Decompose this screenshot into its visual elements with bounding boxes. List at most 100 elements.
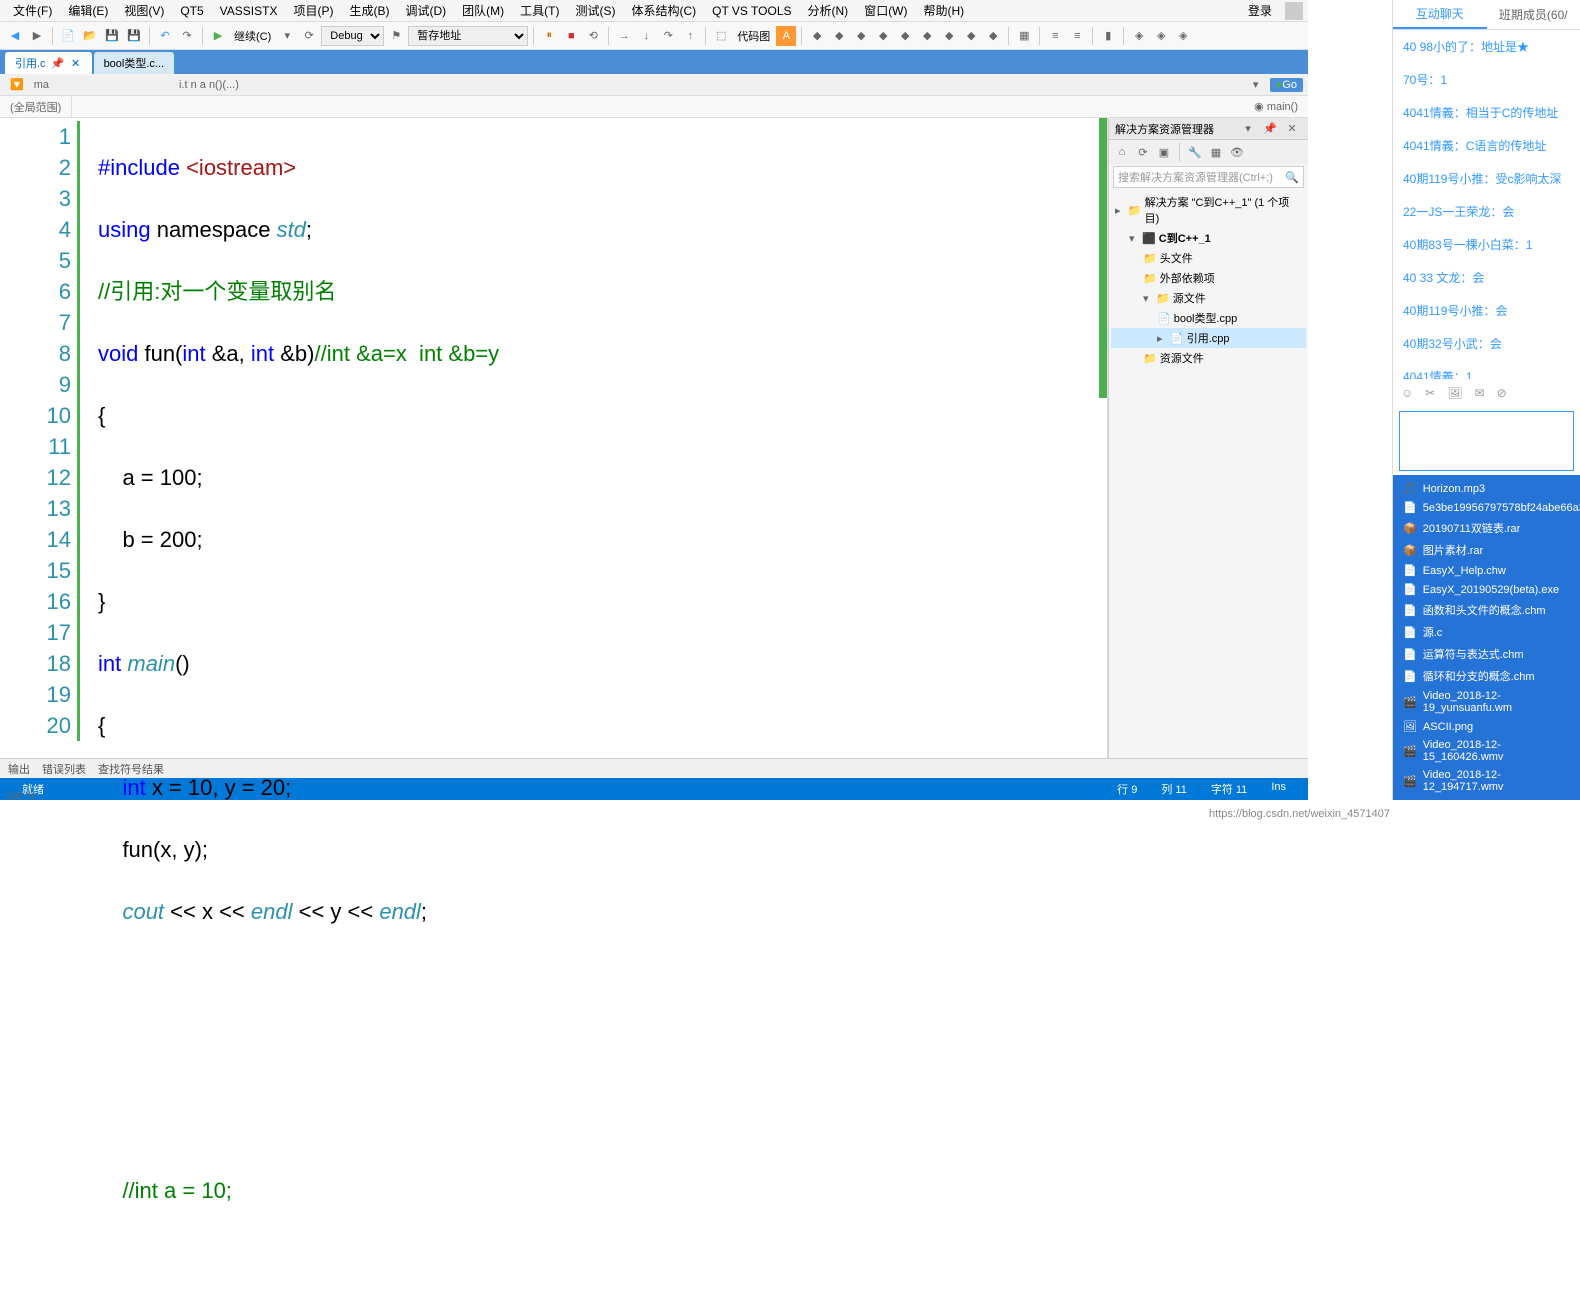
menu-edit[interactable]: 编辑(E) <box>60 0 116 21</box>
file-item[interactable]: 📄 5e3be19956797578bf24abe66a38 <box>1393 498 1580 517</box>
view-icon[interactable]: 👁 <box>1228 143 1246 161</box>
new-icon[interactable]: 📄 <box>58 26 78 46</box>
code-area[interactable]: #include <iostream> using namespace std;… <box>88 118 1107 758</box>
t16-icon[interactable]: ◈ <box>1173 26 1193 46</box>
flag-icon[interactable]: ⚑ <box>386 26 406 46</box>
dropdown-icon[interactable]: ▾ <box>1238 119 1258 139</box>
t9-icon[interactable]: ◆ <box>983 26 1003 46</box>
chat-message[interactable]: 40期83号一棵小白菜：1 <box>1393 228 1580 261</box>
file-item[interactable]: 📄 源.c <box>1393 621 1580 643</box>
menu-team[interactable]: 团队(M) <box>454 0 512 21</box>
t15-icon[interactable]: ◈ <box>1151 26 1171 46</box>
chat-message[interactable]: 70号：1 <box>1393 63 1580 96</box>
sources-folder[interactable]: ▾📁 源文件 <box>1111 288 1306 308</box>
menu-build[interactable]: 生成(B) <box>341 0 397 21</box>
search-input[interactable]: 搜索解决方案资源管理器(Ctrl+;) 🔍 <box>1113 166 1304 188</box>
t1-icon[interactable]: ◆ <box>807 26 827 46</box>
go-button[interactable]: ●Go <box>1270 78 1303 92</box>
dropdown-icon[interactable]: ▾ <box>277 26 297 46</box>
props-icon[interactable]: 🔧 <box>1186 143 1204 161</box>
save-icon[interactable]: 💾 <box>102 26 122 46</box>
t13-icon[interactable]: ▮ <box>1098 26 1118 46</box>
file-item[interactable]: 🎬 Video_2018-12-19_yunsuanfu.wm <box>1393 687 1580 717</box>
stop-icon[interactable]: ■ <box>561 26 581 46</box>
chat-message[interactable]: 22一JS一王荣龙：会 <box>1393 195 1580 228</box>
t7-icon[interactable]: ◆ <box>939 26 959 46</box>
refresh-icon[interactable]: ⟳ <box>1134 143 1152 161</box>
stepinto-icon[interactable]: ↓ <box>636 26 656 46</box>
user-icon[interactable] <box>1285 2 1303 20</box>
chat-messages[interactable]: 40 98小的了：地址是★ 70号：1 4041情義：相当于C的传地址 4041… <box>1393 30 1580 379</box>
menu-analyze[interactable]: 分析(N) <box>800 0 857 21</box>
send-icon[interactable]: ✉ <box>1475 386 1485 400</box>
menu-file[interactable]: 文件(F) <box>5 0 60 21</box>
t12-icon[interactable]: ≡ <box>1067 26 1087 46</box>
hex-icon[interactable]: ⬚ <box>711 26 731 46</box>
chat-message[interactable]: 40期119号小推：受c影响太深 <box>1393 162 1580 195</box>
t8-icon[interactable]: ◆ <box>961 26 981 46</box>
cut-icon[interactable]: ✂ <box>1425 386 1435 400</box>
file-item[interactable]: 🎵 Horizon.mp3 <box>1393 479 1580 498</box>
menu-tools[interactable]: 工具(T) <box>512 0 567 21</box>
menu-view[interactable]: 视图(V) <box>116 0 172 21</box>
forward-icon[interactable]: ▶ <box>27 26 47 46</box>
menu-project[interactable]: 项目(P) <box>285 0 341 21</box>
errors-tab[interactable]: 错误列表 <box>42 761 86 777</box>
open-icon[interactable]: 📂 <box>80 26 100 46</box>
t4-icon[interactable]: ◆ <box>873 26 893 46</box>
t3-icon[interactable]: ◆ <box>851 26 871 46</box>
code-editor[interactable]: 1 2 3 4 5 6 7 8 9 10 11 12 13 14 15 16 1… <box>0 118 1108 758</box>
saveall-icon[interactable]: 💾 <box>124 26 144 46</box>
chat-message[interactable]: 40 33 文龙：会 <box>1393 261 1580 294</box>
file-item[interactable]: 📦 图片素材.rar <box>1393 539 1580 561</box>
restart-icon[interactable]: ⟲ <box>583 26 603 46</box>
file-item[interactable]: 📄 函数和头文件的概念.chm <box>1393 599 1580 621</box>
config-combo[interactable]: Debug <box>321 26 384 46</box>
menu-vassistx[interactable]: VASSISTX <box>212 2 286 20</box>
chat-input[interactable] <box>1399 411 1574 471</box>
chat-message[interactable]: 4041情義：相当于C的传地址 <box>1393 96 1580 129</box>
pin-icon[interactable]: 📌 <box>1260 119 1280 139</box>
chat-message[interactable]: 40期32号小武：会 <box>1393 327 1580 360</box>
file-item[interactable]: 🖼 ASCII.png <box>1393 717 1580 736</box>
stepover-icon[interactable]: ↷ <box>658 26 678 46</box>
file-item[interactable]: 🎬 Video_2018-12-15_160426.wmv <box>1393 736 1580 766</box>
file-item[interactable]: 📄 运算符与表达式.chm <box>1393 643 1580 665</box>
project-node[interactable]: ▾⬛ C到C++_1 <box>1111 228 1306 248</box>
close-icon[interactable]: ✕ <box>1282 119 1302 139</box>
block-icon[interactable]: ⊘ <box>1497 386 1507 400</box>
chat-message[interactable]: 4041情義：1 <box>1393 360 1580 379</box>
t5-icon[interactable]: ◆ <box>895 26 915 46</box>
stepout-icon[interactable]: ↑ <box>680 26 700 46</box>
file-item[interactable]: 📄 EasyX_Help.chw <box>1393 561 1580 580</box>
showall-icon[interactable]: ▦ <box>1207 143 1225 161</box>
external-folder[interactable]: 📁 外部依赖项 <box>1111 268 1306 288</box>
chat-message[interactable]: 40 98小的了：地址是★ <box>1393 30 1580 63</box>
image-icon[interactable]: 🖼 <box>1447 386 1462 400</box>
refresh-icon[interactable]: ⟳ <box>299 26 319 46</box>
menu-window[interactable]: 窗口(W) <box>856 0 915 21</box>
emoji-icon[interactable]: ☺ <box>1401 386 1413 400</box>
resources-folder[interactable]: 📁 资源文件 <box>1111 348 1306 368</box>
t14-icon[interactable]: ◈ <box>1129 26 1149 46</box>
solution-root[interactable]: ▸📁 解决方案 "C到C++_1" (1 个项目) <box>1111 192 1306 228</box>
chat-message[interactable]: 4041情義：C语言的传地址 <box>1393 129 1580 162</box>
chat-tab-members[interactable]: 班期成员(60/ <box>1487 0 1580 29</box>
scope-func[interactable]: ◉ main() <box>1244 100 1308 113</box>
continue-button[interactable]: 继续(C) <box>230 28 275 44</box>
menu-qt5[interactable]: QT5 <box>172 2 211 20</box>
t10-icon[interactable]: ▦ <box>1014 26 1034 46</box>
codemap-button[interactable]: 代码图 <box>733 28 774 44</box>
file-item[interactable]: 📦 20190711双链表.rar <box>1393 517 1580 539</box>
collapse-icon[interactable]: ▣ <box>1155 143 1173 161</box>
nav-icon[interactable]: 🔽 <box>5 78 29 91</box>
step-icon[interactable]: → <box>614 26 634 46</box>
tab-other[interactable]: bool类型.c... <box>94 52 175 74</box>
play-icon[interactable]: ▶ <box>208 26 228 46</box>
chat-message[interactable]: 40期119号小推：会 <box>1393 294 1580 327</box>
t2-icon[interactable]: ◆ <box>829 26 849 46</box>
nav-func[interactable]: i.t n a n()(...) <box>174 79 244 91</box>
nav-dropdown-icon[interactable]: ▾ <box>1246 75 1266 95</box>
file-ref[interactable]: ▸📄 引用.cpp <box>1111 328 1306 348</box>
t11-icon[interactable]: ≡ <box>1045 26 1065 46</box>
